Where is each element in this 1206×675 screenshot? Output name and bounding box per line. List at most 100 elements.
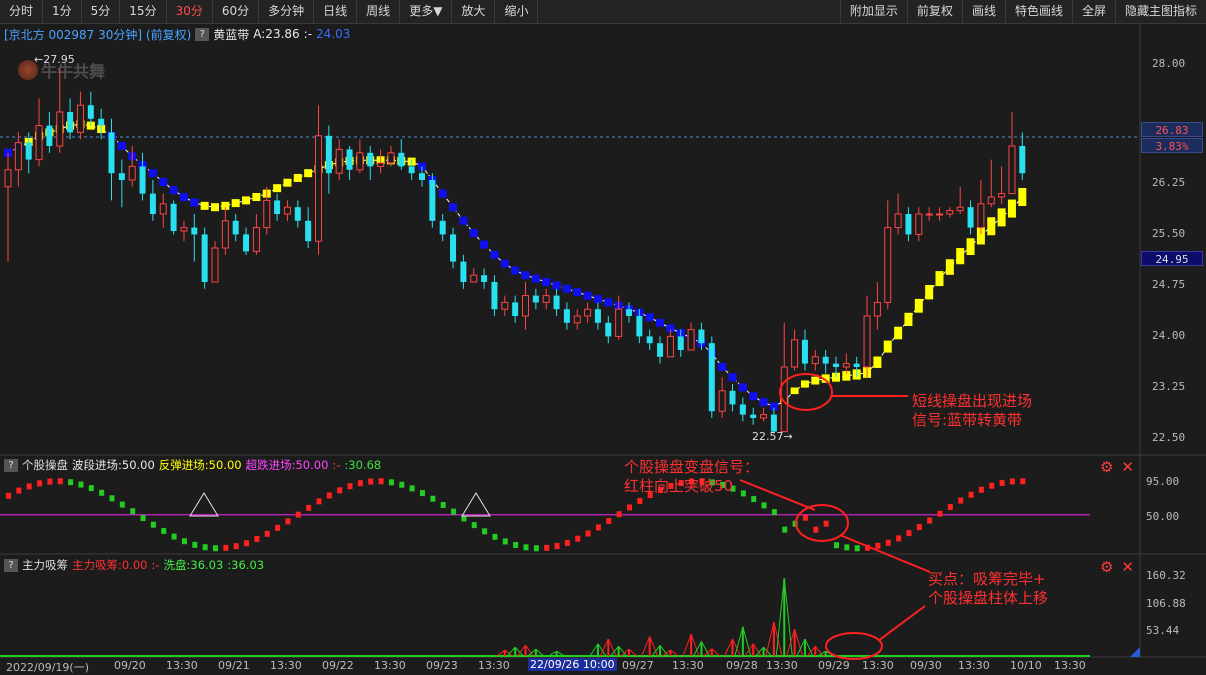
band-block (997, 208, 1006, 227)
sub1-bar (26, 483, 32, 490)
sub1-bar (357, 480, 363, 487)
candle-body (305, 220, 312, 242)
sub1-bar (213, 545, 218, 552)
sub1-bar (782, 526, 788, 533)
sub1-help-button[interactable]: ? (4, 458, 18, 472)
sub1-bar (606, 517, 612, 524)
sub1-bar (430, 495, 436, 502)
candle-body (294, 207, 301, 221)
candle-body (884, 227, 892, 303)
sub2-spike-edge (742, 626, 752, 657)
candle-body (666, 335, 674, 358)
sub2-help-button[interactable]: ? (4, 558, 18, 572)
candle-body (46, 125, 53, 146)
sub1-bar (823, 520, 829, 527)
candle-body (605, 322, 612, 337)
candle-body (657, 343, 664, 357)
sub2-spike-edge (806, 645, 816, 657)
band-block (480, 240, 489, 249)
signal-triangle (461, 492, 491, 517)
sub1-bar (761, 502, 767, 509)
signal-triangle (189, 492, 219, 517)
time-label-14: 09/29 (818, 659, 850, 672)
sub1-bar (978, 486, 984, 493)
sub2-spike-edge (744, 643, 754, 657)
sub1-bar (771, 509, 777, 516)
sub1-bar (885, 539, 891, 546)
sub1-bar (513, 542, 519, 549)
sub2-controls: ⚙ ✕ (1100, 558, 1134, 576)
band-block (749, 392, 758, 401)
band-block (490, 250, 499, 259)
settings-icon[interactable]: ⚙ (1100, 558, 1113, 576)
candle-body (698, 329, 705, 344)
candle-body (232, 220, 239, 235)
sub1-bar (906, 530, 912, 537)
sub1-bar (523, 544, 529, 551)
sub1-bar (813, 526, 819, 533)
candle-body (811, 356, 819, 365)
candle-body (491, 282, 498, 310)
candle-body (915, 213, 923, 235)
sub1-bar (968, 491, 974, 498)
band-block (469, 229, 478, 238)
sub1-bar (254, 535, 260, 542)
sub1-bar (99, 489, 105, 496)
sub1-bar (533, 545, 539, 552)
band-block (293, 173, 302, 182)
band-block (759, 398, 768, 407)
annotation-1-line-1: 短线操盘出现进场 (912, 392, 1033, 410)
candle-body (263, 199, 271, 229)
sub1-bar (233, 543, 239, 550)
candle-body (936, 213, 943, 216)
sub1-bar (119, 501, 125, 508)
candle-body (56, 111, 64, 147)
sub1-tick-50: 50.00 (1146, 510, 1180, 523)
candle-body (159, 203, 167, 215)
time-label-11: 13:30 (672, 659, 704, 672)
candle-body (450, 234, 457, 262)
candle-body (87, 105, 94, 119)
candle-body (470, 274, 478, 283)
sub1-bar (502, 538, 508, 545)
sub1-bar (150, 521, 156, 528)
sub1-sep: :- (332, 458, 341, 472)
close-icon[interactable]: ✕ (1121, 458, 1134, 476)
price-tick-4: 24.00 (1152, 329, 1186, 343)
band-block (728, 373, 737, 382)
close-icon[interactable]: ✕ (1121, 558, 1134, 576)
sub1-controls: ⚙ ✕ (1100, 458, 1134, 476)
candle-body (987, 196, 995, 205)
candle-body (998, 193, 1006, 198)
candle-body (76, 104, 84, 133)
sub2-spike-edge (765, 621, 775, 657)
candle-body (367, 152, 374, 167)
time-label-5: 09/22 (322, 659, 354, 672)
settings-icon[interactable]: ⚙ (1100, 458, 1113, 476)
band-block (645, 313, 654, 322)
annotation-3-line-2: 个股操盘柱体上移 (928, 589, 1049, 607)
sub1-name[interactable]: 个股操盘 (22, 457, 68, 473)
candle-body (791, 339, 799, 368)
candle-body (626, 309, 632, 316)
sub2-name[interactable]: 主力吸筹 (22, 557, 68, 573)
candle-body (739, 404, 746, 415)
candle-body (108, 132, 115, 174)
band-block (252, 193, 261, 201)
band-block (511, 266, 520, 275)
sub1-bar (492, 533, 498, 540)
annotation-2-line-1: 个股操盘变盘信号： (624, 458, 760, 476)
candle-body (532, 295, 539, 303)
time-label-12: 09/28 (726, 659, 758, 672)
sub1-bar (316, 498, 322, 505)
band-block (531, 274, 540, 283)
time-label-8: 13:30 (478, 659, 510, 672)
candle-body (170, 203, 177, 231)
candle-body (283, 206, 291, 215)
candle-body (594, 309, 601, 323)
sub1-bar (575, 535, 581, 542)
candle-body (677, 336, 684, 350)
candle-body (398, 152, 405, 167)
candle-body (439, 220, 446, 235)
candle-body (211, 247, 219, 283)
